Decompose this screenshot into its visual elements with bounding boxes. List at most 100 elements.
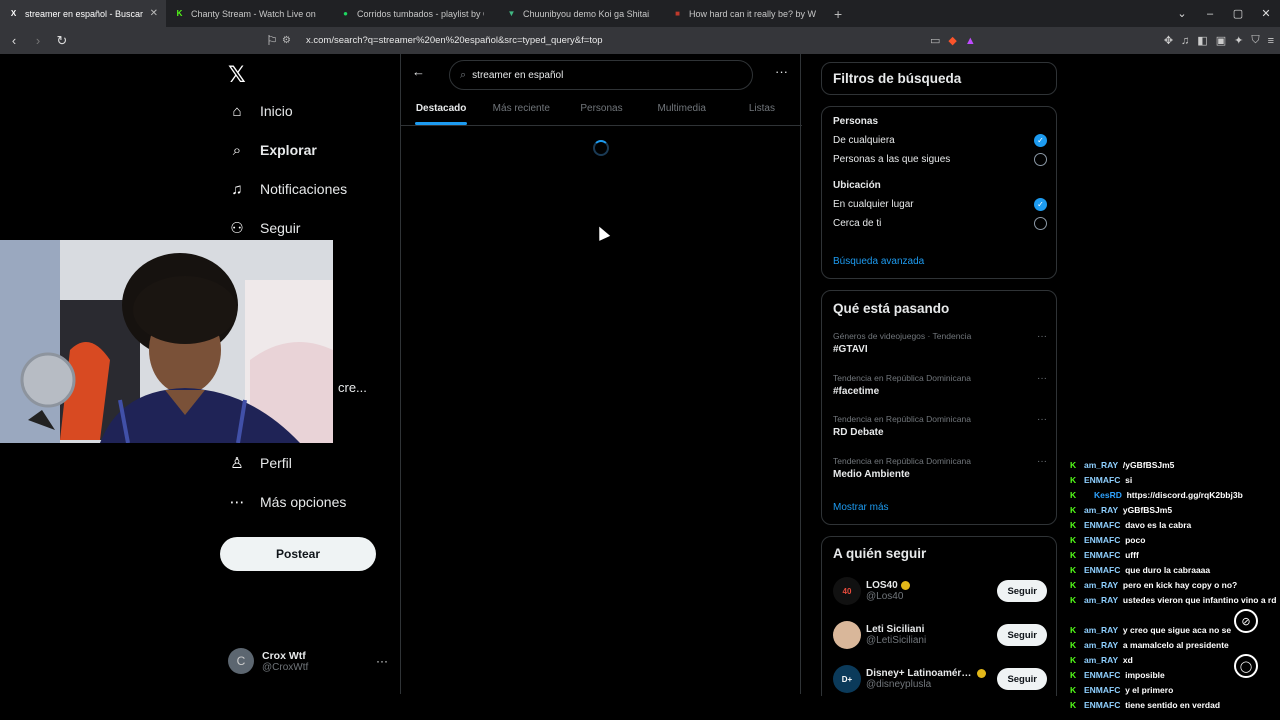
account-handle: @CroxWtf (262, 661, 309, 673)
chat-username[interactable]: am_RAY (1084, 655, 1118, 665)
chat-bubble-icon[interactable]: ◯ (1234, 654, 1258, 678)
chat-username[interactable]: am_RAY (1084, 460, 1118, 470)
trend-item[interactable]: Tendencia en República Dominicana RD Deba… (833, 414, 1047, 438)
filter-option[interactable]: En cualquier lugar ✓ (833, 198, 1047, 211)
follow-button[interactable]: Seguir (997, 580, 1047, 602)
browser-tab[interactable]: K Chanty Stream - Watch Live on Kick (166, 0, 332, 27)
browser-tab[interactable]: ■ How hard can it really be? by Waterti (664, 0, 830, 27)
chat-username[interactable]: ENMAFC (1084, 565, 1120, 575)
tab-más-reciente[interactable]: Más reciente (481, 96, 561, 125)
address-bar[interactable]: ⚙ x.com/search?q=streamer%20en%20español… (282, 30, 1007, 51)
brave-shield-icon[interactable]: ◆ (948, 34, 956, 47)
chat-username[interactable]: am_RAY (1084, 625, 1118, 635)
chat-text: davo es la cabra (1125, 520, 1192, 530)
trend-item[interactable]: Tendencia en República Dominicana #faceti… (833, 373, 1047, 397)
chat-username[interactable]: am_RAY (1084, 640, 1118, 650)
advanced-search-link[interactable]: Búsqueda avanzada (833, 256, 924, 267)
trend-item[interactable]: Tendencia en República Dominicana Medio A… (833, 456, 1047, 480)
search-results-column: ← ⌕ ··· DestacadoMás recientePersonasMul… (400, 54, 802, 694)
follow-button[interactable]: Seguir (997, 624, 1047, 646)
bookmark-icon[interactable]: ⚐ (262, 33, 282, 49)
account-more-icon[interactable]: ··· (376, 654, 388, 668)
tab-personas[interactable]: Personas (561, 96, 641, 125)
chat-username[interactable]: am_RAY (1084, 505, 1118, 515)
chat-line: ENMAFC davo es la cabra (1066, 520, 1280, 531)
chat-username[interactable]: am_RAY (1084, 580, 1118, 590)
minimize-button[interactable]: – (1196, 8, 1224, 20)
browser-tab[interactable]: Xstreamer en español - Buscar / X ✕ (0, 0, 166, 27)
nav-item-notificaciones[interactable]: ♫ Notificaciones (228, 180, 347, 198)
chat-username[interactable]: ENMAFC (1084, 700, 1120, 710)
nav-label-partial[interactable]: cre... (338, 380, 367, 395)
tab-destacado[interactable]: Destacado (401, 96, 481, 125)
menu-icon[interactable]: ≡ (1268, 35, 1274, 47)
tab-close-icon[interactable]: ✕ (150, 8, 158, 19)
trend-more-icon[interactable]: ··· (1037, 373, 1047, 384)
back-arrow-icon[interactable]: ← (412, 64, 425, 79)
nav-item-perfil[interactable]: ♙ Perfil (228, 454, 292, 472)
leo-icon[interactable]: ✦ (1234, 34, 1243, 47)
filter-option[interactable]: Personas a las que sigues (833, 153, 1047, 166)
nav-item-más-opciones[interactable]: ⋯ Más opciones (228, 493, 347, 511)
radio-checked-icon[interactable]: ✓ (1034, 134, 1047, 147)
extensions-area: ✥ ♫ ◧ ▣ ✦ ⛉ ≡ (1164, 27, 1274, 54)
wallet-icon[interactable]: ▣ (1216, 34, 1226, 47)
chat-username[interactable]: ENMAFC (1084, 535, 1120, 545)
maximize-button[interactable]: ▢ (1224, 7, 1252, 20)
chat-username[interactable]: ENMAFC (1084, 670, 1120, 680)
back-icon[interactable]: ‹ (4, 33, 24, 48)
chat-username[interactable]: am_RAY (1084, 595, 1118, 605)
show-more-link[interactable]: Mostrar más (833, 502, 889, 513)
hide-chat-icon[interactable]: ⊘ (1234, 609, 1258, 633)
x-logo-icon[interactable]: 𝕏 (228, 62, 246, 88)
tab-listas[interactable]: Listas (722, 96, 802, 125)
nav-item-explorar[interactable]: ⌕ Explorar (228, 141, 317, 159)
follow-button[interactable]: Seguir (997, 668, 1047, 690)
forward-icon[interactable]: › (28, 33, 48, 48)
filter-option[interactable]: De cualquiera ✓ (833, 134, 1047, 147)
follow-suggestion[interactable]: Leti Siciliani @LetiSiciliani Seguir (833, 619, 1047, 651)
brave-rewards-icon[interactable]: ▲ (965, 35, 976, 47)
webcam-overlay (0, 240, 333, 443)
follow-suggestion[interactable]: D+ Disney+ Latinoamérica @disneyplusla Segu… (833, 663, 1047, 695)
kick-badge-icon: K (1070, 700, 1077, 710)
chat-username[interactable]: ENMAFC (1084, 550, 1120, 560)
chat-username[interactable]: KesRD (1094, 490, 1122, 500)
url-text[interactable]: x.com/search?q=streamer%20en%20español&s… (306, 35, 603, 46)
browser-tab[interactable]: ▼ Chuunibyou demo Koi ga Shitai! Ren (498, 0, 664, 27)
nav-item-seguir[interactable]: ⚇ Seguir (228, 219, 300, 237)
tab-list-icon[interactable]: ⌄ (1168, 7, 1196, 20)
sidebar-icon[interactable]: ◧ (1197, 34, 1207, 47)
radio-unchecked-icon[interactable] (1034, 153, 1047, 166)
trend-more-icon[interactable]: ··· (1037, 414, 1047, 425)
account-switcher[interactable]: C Crox Wtf @CroxWtf ··· (228, 648, 388, 674)
radio-checked-icon[interactable]: ✓ (1034, 198, 1047, 211)
search-input[interactable] (472, 69, 733, 81)
search-options-icon[interactable]: ··· (775, 64, 788, 79)
trend-more-icon[interactable]: ··· (1037, 456, 1047, 467)
chat-username[interactable]: ENMAFC (1084, 685, 1120, 695)
follow-name-row: LOS40 (866, 580, 986, 591)
search-box[interactable]: ⌕ (449, 60, 753, 90)
trend-more-icon[interactable]: ··· (1037, 331, 1047, 342)
extensions-icon[interactable]: ✥ (1164, 34, 1173, 47)
vpn-icon[interactable]: ⛉ (1251, 34, 1259, 47)
follow-suggestion[interactable]: 40 LOS40 @Los40 Seguir (833, 575, 1047, 607)
nav-item-inicio[interactable]: ⌂ Inicio (228, 102, 292, 120)
radio-unchecked-icon[interactable] (1034, 217, 1047, 230)
close-window-button[interactable]: ✕ (1252, 7, 1280, 20)
chat-message: K ENMAFC que duro la cabraaaa (1066, 565, 1280, 576)
chat-username[interactable]: ENMAFC (1084, 520, 1120, 530)
tab-multimedia[interactable]: Multimedia (642, 96, 722, 125)
post-button[interactable]: Postear (220, 537, 376, 571)
filter-option[interactable]: Cerca de ti (833, 217, 1047, 230)
new-tab-button[interactable]: + (834, 6, 842, 22)
chat-username[interactable]: ENMAFC (1084, 475, 1120, 485)
media-icon[interactable]: ♫ (1181, 35, 1189, 47)
cast-icon[interactable]: ▭ (930, 34, 940, 47)
browser-tab[interactable]: ● Corridos tumbados - playlist by Cristi (332, 0, 498, 27)
reload-icon[interactable]: ↻ (52, 33, 72, 49)
trend-item[interactable]: Géneros de videojuegos · Tendencia #GTAVI… (833, 331, 1047, 355)
filter-option-label: De cualquiera (833, 135, 895, 146)
site-info-icon[interactable]: ⚙ (282, 35, 296, 46)
